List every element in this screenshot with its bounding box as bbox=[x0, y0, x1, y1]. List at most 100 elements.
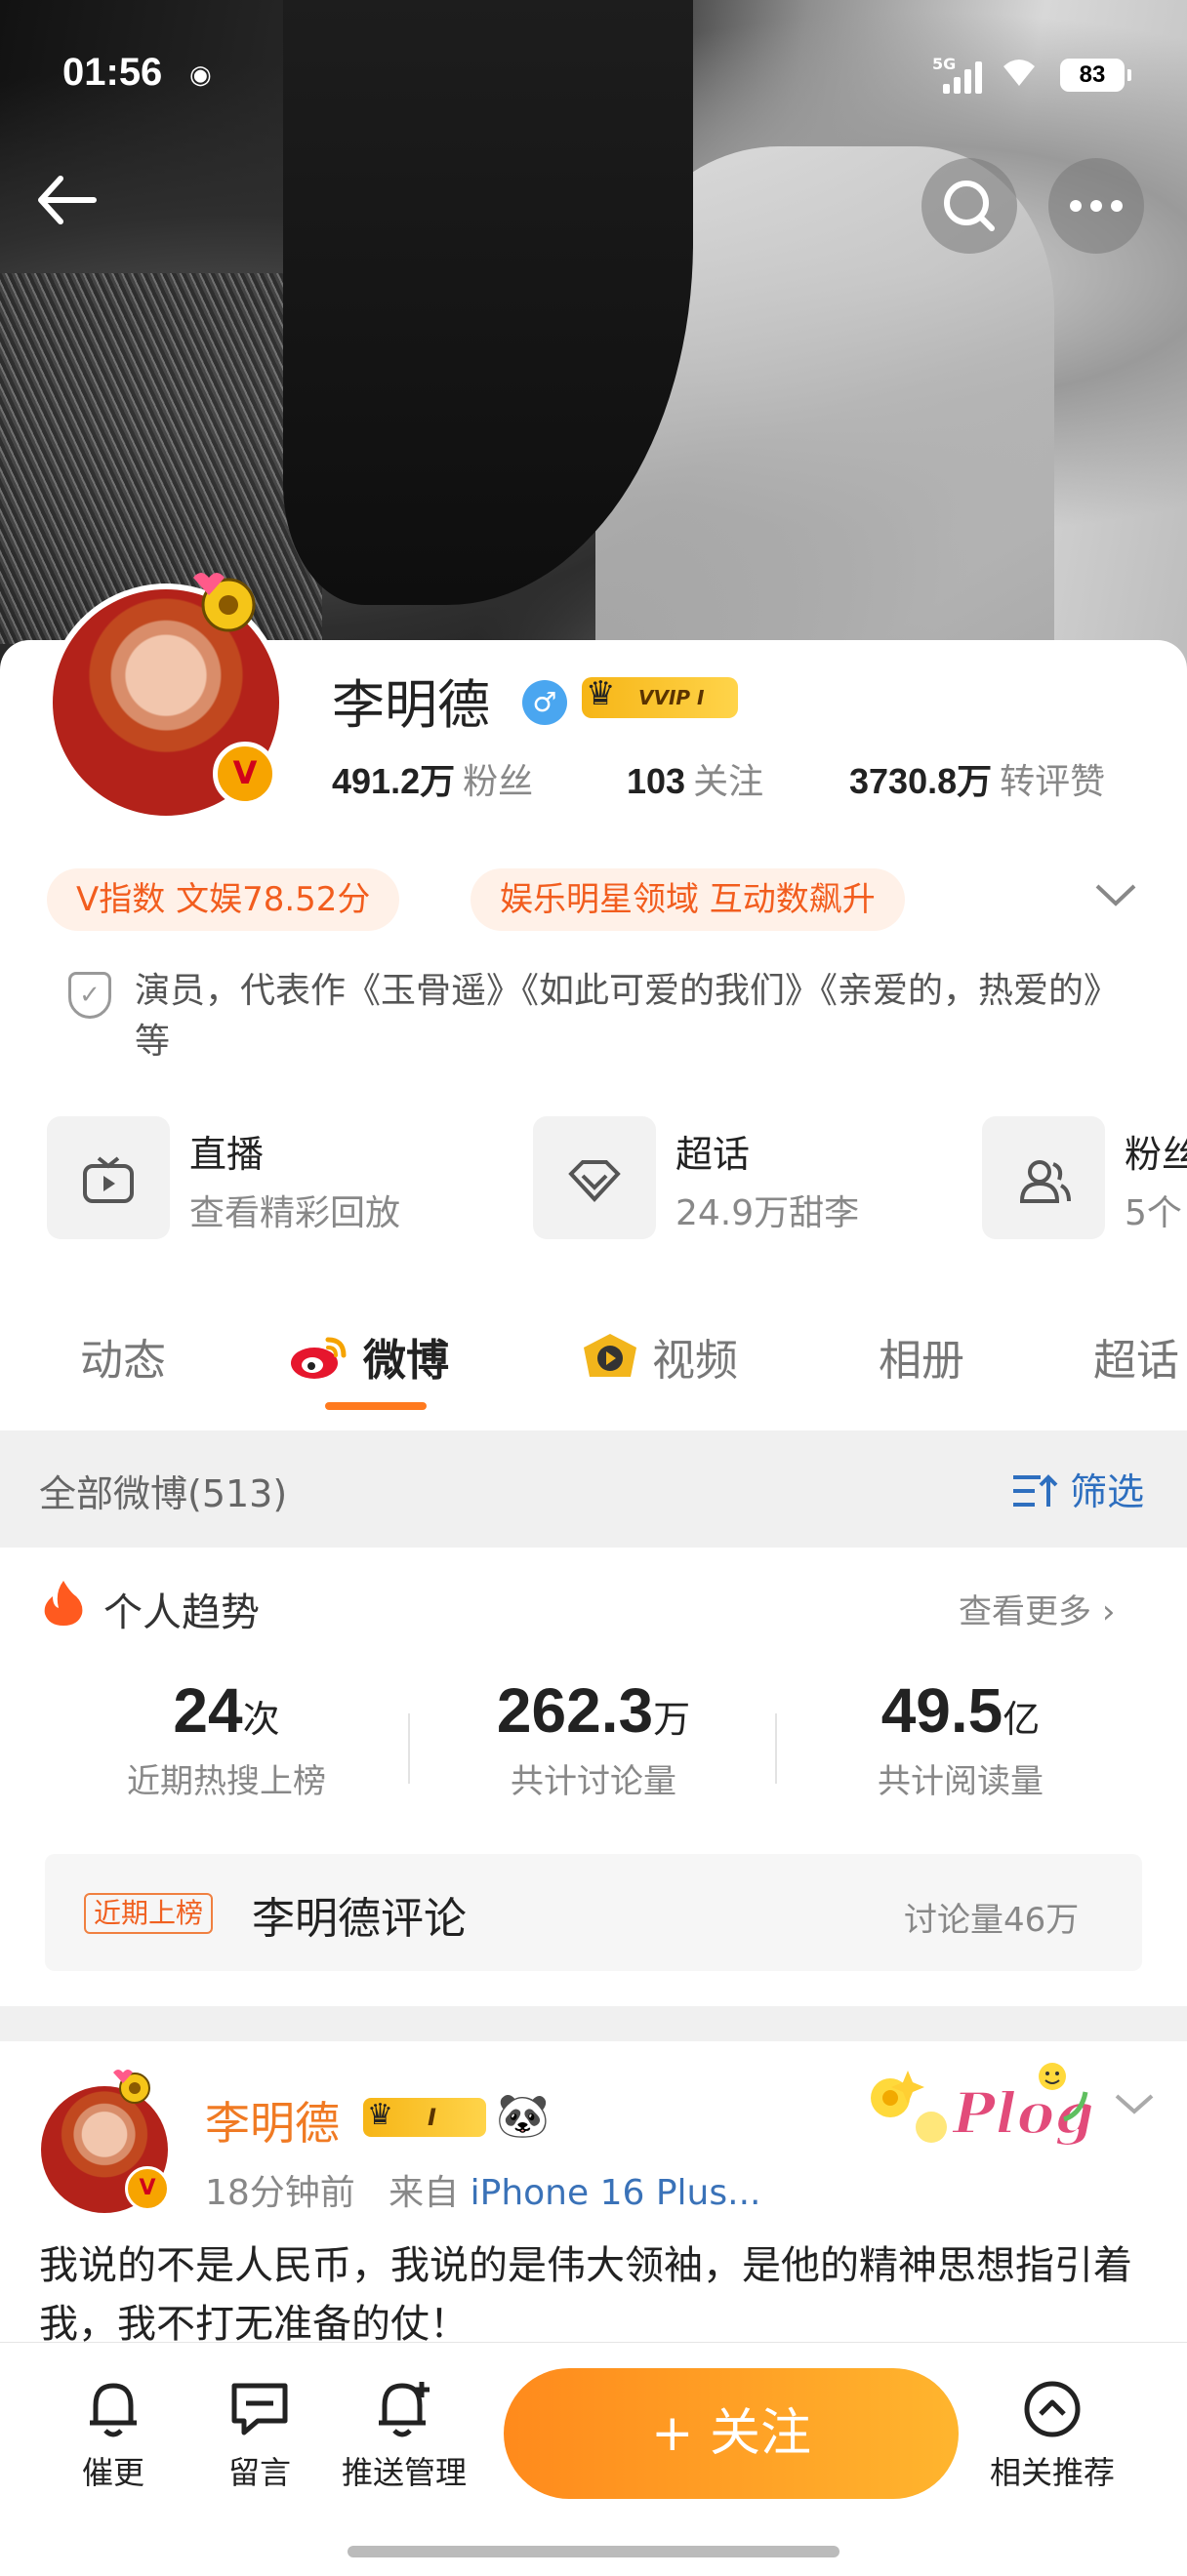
entry-sub: 查看精彩回放 bbox=[189, 1193, 401, 1233]
diamond-icon bbox=[533, 1116, 656, 1239]
hot-topic-title: 李明德评论 bbox=[252, 1894, 467, 1944]
more-dots-icon bbox=[1070, 200, 1123, 212]
entry-sub: 24.9万甜李 bbox=[675, 1193, 860, 1233]
stat-followers[interactable]: 491.2万 粉丝 bbox=[332, 753, 533, 804]
weibo-notification-icon: ◉ bbox=[189, 60, 212, 90]
stat-value: 3730.8万 bbox=[849, 761, 993, 801]
trend-title: 个人趋势 bbox=[103, 1590, 260, 1635]
trend-stat-hot-search[interactable]: 24次 近期热搜上榜 bbox=[51, 1674, 402, 1802]
stat-interactions[interactable]: 3730.8万 转评赞 bbox=[849, 753, 1105, 804]
bottom-item-label: 推送管理 bbox=[341, 2454, 467, 2491]
stat-following[interactable]: 103 关注 bbox=[627, 753, 763, 804]
tab-supertopic[interactable]: 超话 bbox=[1093, 1325, 1179, 1388]
bottom-item-label: 相关推荐 bbox=[989, 2454, 1115, 2491]
bell-plus-icon bbox=[336, 2372, 472, 2440]
verified-badge-icon: V bbox=[125, 2166, 170, 2211]
chevron-up-circle-icon bbox=[984, 2372, 1121, 2440]
vvip-label: VVIP Ⅰ bbox=[638, 686, 705, 709]
follow-button[interactable]: + 关注 bbox=[504, 2368, 959, 2499]
filter-button[interactable]: 筛选 bbox=[1011, 1462, 1144, 1515]
profile-bio: 演员，代表作《玉骨遥》《如此可爱的我们》《亲爱的，热爱的》等 bbox=[135, 971, 1120, 1062]
avatar-pendant-icon bbox=[185, 564, 267, 636]
entry-sub: 5个 bbox=[1125, 1193, 1182, 1233]
wifi-icon bbox=[1000, 55, 1039, 97]
chevron-down-icon[interactable] bbox=[1093, 878, 1138, 918]
related-recommend-button[interactable]: 相关推荐 bbox=[984, 2372, 1121, 2493]
chevron-down-icon[interactable] bbox=[1113, 2086, 1156, 2126]
vip-badge[interactable]: ♛ Ⅰ bbox=[363, 2098, 486, 2137]
entry-title: 粉丝 bbox=[1125, 1133, 1187, 1176]
message-button[interactable]: 留言 bbox=[191, 2372, 328, 2493]
crown-icon: ♛ bbox=[367, 2098, 393, 2132]
back-button[interactable] bbox=[31, 166, 113, 248]
tab-label: 视频 bbox=[652, 1336, 738, 1386]
weibo-logo-icon bbox=[291, 1337, 347, 1379]
shield-icon: ✓ bbox=[68, 972, 111, 1019]
status-time: 01:56 bbox=[62, 51, 163, 94]
tab-feed[interactable]: 动态 bbox=[80, 1325, 166, 1388]
panda-icon: 🐼 bbox=[496, 2091, 550, 2141]
bell-icon bbox=[45, 2372, 182, 2440]
filter-bar: 全部微博(513) 筛选 bbox=[0, 1430, 1187, 1548]
vvip-badge[interactable]: ♛ VVIP Ⅰ bbox=[582, 674, 738, 718]
trend-stat-discussion[interactable]: 262.3万 共计讨论量 bbox=[418, 1674, 769, 1802]
divider bbox=[408, 1713, 410, 1784]
hot-topic-row[interactable]: 近期上榜 李明德评论 讨论量46万 bbox=[45, 1854, 1142, 1971]
trend-stat-unit: 次 bbox=[242, 1698, 280, 1741]
tab-album[interactable]: 相册 bbox=[879, 1325, 964, 1388]
more-button[interactable] bbox=[1048, 158, 1144, 254]
plog-sticker-icon: Plog bbox=[871, 2063, 1093, 2148]
post-source[interactable]: iPhone 16 Plus... bbox=[471, 2173, 761, 2213]
vip-label: Ⅰ bbox=[428, 2104, 436, 2131]
bottom-item-label: 催更 bbox=[81, 2454, 144, 2491]
trend-stat-label: 近期热搜上榜 bbox=[127, 1762, 326, 1801]
tab-video[interactable]: 视频 bbox=[580, 1325, 738, 1388]
bottom-action-bar: 催更 留言 推送管理 + 关注 相关推荐 bbox=[0, 2342, 1187, 2576]
chevron-right-icon: › bbox=[1101, 1592, 1116, 1631]
profile-name: 李明德 bbox=[332, 674, 490, 736]
stat-value: 491.2万 bbox=[332, 761, 456, 801]
video-badge-icon bbox=[584, 1334, 636, 1377]
crown-icon: ♛ bbox=[586, 674, 616, 713]
divider bbox=[775, 1713, 777, 1784]
entry-title: 超话 bbox=[675, 1133, 751, 1176]
hot-tag-badge: 近期上榜 bbox=[84, 1893, 214, 1934]
remind-update-button[interactable]: 催更 bbox=[45, 2372, 182, 2493]
avatar-pendant-icon bbox=[109, 2065, 154, 2115]
status-bar: 01:56 ◉ 5G 83 bbox=[0, 0, 1187, 146]
post-author[interactable]: 李明德 bbox=[205, 2088, 340, 2153]
trend-stat-value: 49.5 bbox=[880, 1675, 1003, 1746]
push-management-button[interactable]: 推送管理 bbox=[336, 2372, 472, 2493]
post-meta: 18分钟前 来自 iPhone 16 Plus... bbox=[205, 2164, 760, 2215]
stat-value: 103 bbox=[627, 761, 686, 801]
trend-stat-value: 262.3 bbox=[496, 1675, 654, 1746]
trend-stat-unit: 亿 bbox=[1003, 1698, 1041, 1741]
fire-icon bbox=[41, 1579, 86, 1638]
stat-label: 粉丝 bbox=[463, 762, 534, 802]
tab-weibo[interactable]: 微博 bbox=[289, 1325, 449, 1388]
trend-stat-unit: 万 bbox=[653, 1698, 691, 1741]
trend-stat-label: 共计讨论量 bbox=[511, 1762, 676, 1801]
post-time: 18分钟前 bbox=[205, 2173, 355, 2213]
bottom-item-label: 留言 bbox=[227, 2454, 291, 2491]
v-index-pill[interactable]: V指数 文娱78.52分 bbox=[47, 868, 400, 931]
tab-label: 微博 bbox=[363, 1336, 449, 1386]
trend-stat-reads[interactable]: 49.5亿 共计阅读量 bbox=[785, 1674, 1136, 1802]
home-indicator[interactable] bbox=[348, 2546, 839, 2557]
section-divider bbox=[0, 2006, 1187, 2041]
verified-badge-icon: V bbox=[213, 742, 277, 806]
tv-icon bbox=[47, 1116, 170, 1239]
signal-icon bbox=[943, 59, 986, 94]
post-card[interactable]: V 李明德 ♛ Ⅰ 🐼 18分钟前 来自 iPhone 16 Plus... Pl… bbox=[0, 2041, 1187, 2347]
search-button[interactable] bbox=[921, 158, 1017, 254]
trend-stat-value: 24 bbox=[173, 1675, 243, 1746]
personal-trend-card: 个人趋势 查看更多 › 24次 近期热搜上榜 262.3万 共计讨论量 49.5… bbox=[0, 1548, 1187, 2006]
all-posts-count[interactable]: 全部微博(513) bbox=[39, 1464, 287, 1517]
message-icon bbox=[191, 2372, 328, 2440]
filter-label: 筛选 bbox=[1070, 1470, 1145, 1513]
post-text[interactable]: 我说的不是人民币，我说的是伟大领袖，是他的精神思想指引着我，我不打无准备的仗！ bbox=[39, 2236, 1152, 2354]
domain-pill[interactable]: 娱乐明星领域 互动数飙升 bbox=[471, 868, 905, 931]
see-more-link[interactable]: 查看更多 › bbox=[959, 1585, 1115, 1632]
filter-icon bbox=[1013, 1474, 1058, 1507]
search-icon bbox=[944, 181, 995, 231]
